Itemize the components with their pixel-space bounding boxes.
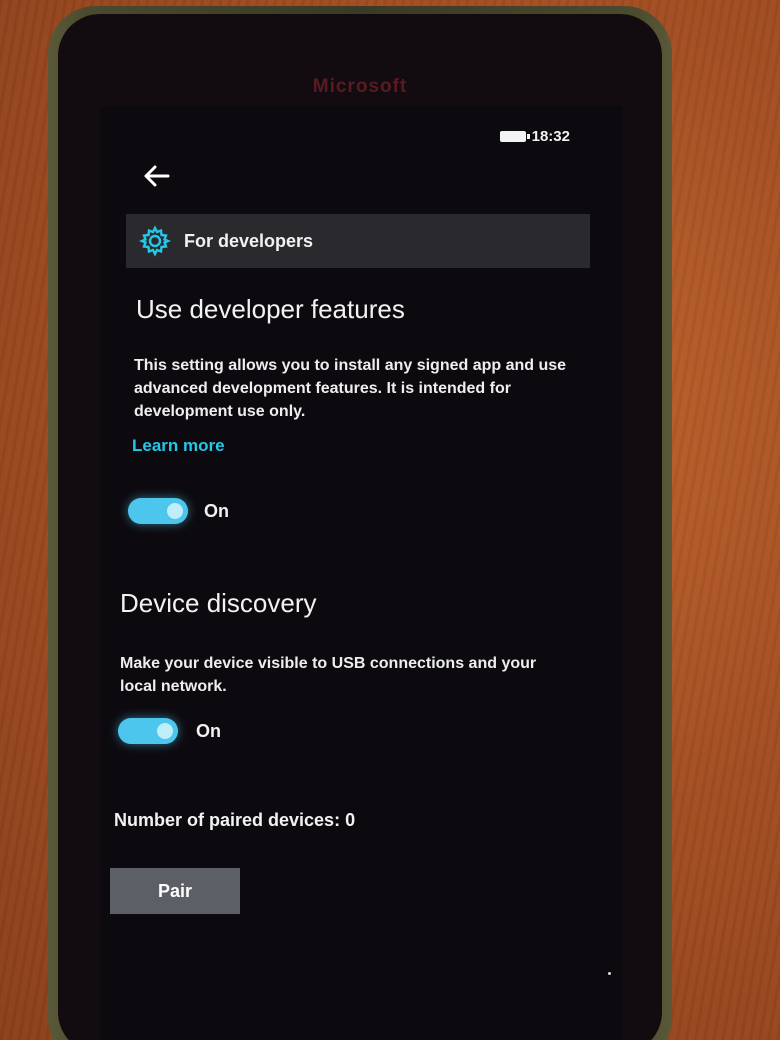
phone-screen: 18:32 For developers Use developer featu… bbox=[100, 106, 622, 1040]
learn-more-link[interactable]: Learn more bbox=[132, 436, 225, 456]
paired-devices-count: Number of paired devices: 0 bbox=[114, 810, 356, 830]
clock-time: 18:32 bbox=[531, 128, 570, 145]
developer-features-toggle-label: On bbox=[204, 501, 229, 521]
status-bar: 18:32 bbox=[499, 128, 570, 145]
battery-full-icon bbox=[499, 131, 530, 142]
pair-button[interactable]: Pair bbox=[110, 868, 240, 914]
device-discovery-toggle-label: On bbox=[196, 721, 221, 741]
page-title: For developers bbox=[184, 230, 314, 251]
developer-features-heading: Use developer features bbox=[136, 294, 405, 324]
screen-dust-speck bbox=[608, 972, 611, 975]
back-arrow-icon[interactable] bbox=[144, 164, 170, 192]
gear-icon bbox=[138, 224, 172, 258]
microsoft-brand-logo: Microsoft bbox=[312, 76, 408, 97]
developer-features-description: This setting allows you to install any s… bbox=[134, 357, 567, 420]
developer-features-toggle[interactable] bbox=[128, 498, 188, 524]
device-discovery-description: Make your device visible to USB connecti… bbox=[120, 655, 537, 695]
device-discovery-toggle[interactable] bbox=[118, 718, 178, 744]
settings-header-bar: For developers bbox=[126, 214, 590, 268]
device-discovery-heading: Device discovery bbox=[120, 588, 317, 618]
